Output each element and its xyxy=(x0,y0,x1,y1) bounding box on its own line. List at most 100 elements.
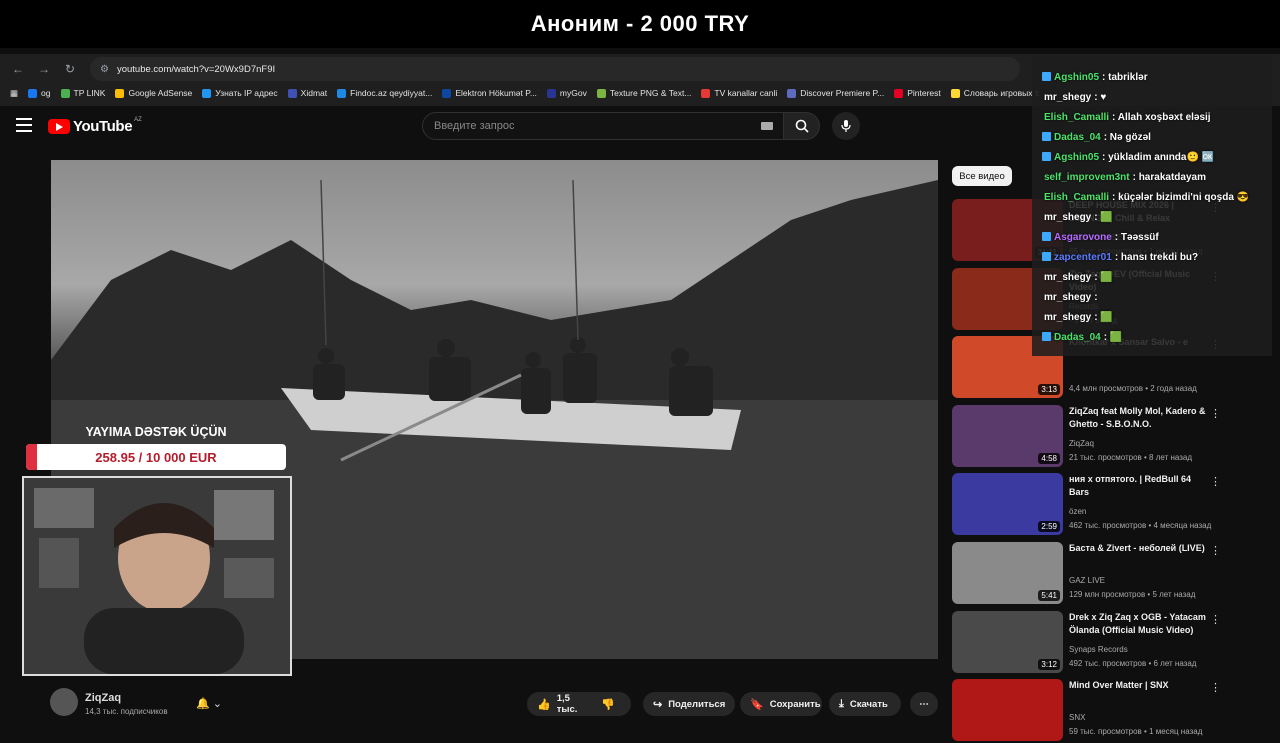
notification-bell-icon[interactable]: 🔔 ⌄ xyxy=(196,697,222,710)
video-title[interactable]: Mind Over Matter | SNX xyxy=(1069,679,1209,692)
bookmark-item[interactable]: Google AdSense xyxy=(115,88,192,98)
reload-icon[interactable]: ↻ xyxy=(62,61,78,77)
chat-text: : tabriklər xyxy=(1102,72,1148,83)
chat-badge-icon xyxy=(1042,72,1051,81)
thumbs-down-icon[interactable]: 👎 xyxy=(601,698,615,711)
video-title[interactable]: ния х отпятого. | RedBull 64 Bars xyxy=(1069,473,1209,499)
video-channel[interactable]: ZiqZaq xyxy=(1069,439,1094,448)
chat-message: mr_shegy: 🟩 xyxy=(1032,272,1113,283)
youtube-wordmark: YouTube xyxy=(73,117,133,135)
more-options-icon[interactable]: ⋮ xyxy=(1210,407,1221,420)
search-button[interactable] xyxy=(784,112,820,140)
channel-avatar[interactable] xyxy=(50,688,78,716)
search-input[interactable]: Введите запрос xyxy=(422,112,784,140)
chat-username: zapcenter01 xyxy=(1054,252,1112,263)
video-channel[interactable]: SNX xyxy=(1069,713,1085,722)
chat-username: Agshin05 xyxy=(1054,72,1100,83)
more-options-icon[interactable]: ⋮ xyxy=(1210,613,1221,626)
video-title[interactable]: Drek x Ziq Zaq x OGB - Yatacam Ölanda (O… xyxy=(1069,611,1209,637)
like-button[interactable]: 👍 1,5 тыс. 👎 xyxy=(527,692,631,716)
bookmark-favicon-icon xyxy=(546,88,556,98)
bookmark-item[interactable]: myGov xyxy=(546,88,587,98)
more-options-icon[interactable]: ⋮ xyxy=(1210,475,1221,488)
share-label: Поделиться xyxy=(668,698,726,710)
bookmark-item[interactable]: Texture PNG & Text... xyxy=(596,88,691,98)
more-actions-button[interactable]: ⋯ xyxy=(910,692,938,716)
chat-text: : harakatdayam xyxy=(1132,172,1206,183)
recommendation-item[interactable]: 5:41 Баста & Zivert - неболей (LIVE) GAZ L… xyxy=(952,542,1272,606)
share-button[interactable]: ↪ Поделиться xyxy=(643,692,735,716)
video-thumbnail[interactable]: 4:58 xyxy=(952,404,1063,467)
chat-message: Dadas_04: Nə gözəl xyxy=(1032,132,1151,143)
donation-alert-banner: Аноним - 2 000 TRY xyxy=(0,0,1280,48)
video-meta: 59 тыс. просмотров • 1 месяц назад xyxy=(1069,727,1203,737)
chat-message: Dadas_04: 🟩 xyxy=(1032,332,1122,343)
channel-name[interactable]: ZiqZaq xyxy=(85,692,121,704)
video-duration: 5:41 xyxy=(1038,590,1060,601)
video-channel[interactable]: GAZ LIVE xyxy=(1069,576,1105,585)
keyboard-icon[interactable] xyxy=(761,122,773,130)
more-options-icon[interactable]: ⋮ xyxy=(1210,681,1221,694)
video-channel[interactable]: özen xyxy=(1069,507,1086,516)
bookmark-item[interactable]: Узнать IP адрес xyxy=(202,88,278,98)
bookmark-item[interactable]: og xyxy=(28,88,51,98)
site-info-icon[interactable]: ⚙ xyxy=(100,64,109,75)
save-button[interactable]: 🔖 Сохранить xyxy=(740,692,822,716)
chat-text: : küçələr bizimdi'ni qoşda 😎 xyxy=(1112,192,1250,203)
chat-badge-icon xyxy=(1042,132,1051,141)
country-code: AZ xyxy=(134,117,142,123)
menu-icon[interactable] xyxy=(16,118,32,132)
apps-icon[interactable]: ▦ xyxy=(10,88,18,99)
chat-message: zapcenter01: hansı trekdi bu? xyxy=(1032,252,1198,263)
search-placeholder: Введите запрос xyxy=(434,120,515,132)
like-count: 1,5 тыс. xyxy=(556,693,578,715)
address-bar[interactable]: ⚙ youtube.com/watch?v=20Wx9D7nF9I xyxy=(90,57,1020,81)
bookmark-favicon-icon xyxy=(28,88,38,98)
video-channel[interactable]: Synaps Records xyxy=(1069,645,1128,654)
video-title[interactable]: ZiqZaq feat Molly Mol, Kadero & Ghetto -… xyxy=(1069,405,1209,431)
recommendation-item[interactable]: Mind Over Matter | SNX SNX 59 тыс. просмот… xyxy=(952,679,1272,743)
share-icon: ↪ xyxy=(653,698,663,711)
bookmark-favicon-icon xyxy=(787,88,797,98)
video-duration: 4:58 xyxy=(1038,452,1060,464)
video-thumbnail[interactable]: 2:59 xyxy=(952,473,1063,536)
video-thumbnail[interactable]: 3:12 xyxy=(952,610,1063,673)
search-icon xyxy=(795,119,809,133)
chat-message: Agshin05: tabriklər xyxy=(1032,72,1148,83)
bookmark-item[interactable]: Discover Premiere P... xyxy=(787,88,884,98)
video-thumbnail[interactable] xyxy=(952,679,1063,742)
bookmark-item[interactable]: Xidmat xyxy=(287,88,327,98)
youtube-logo[interactable]: YouTube AZ xyxy=(48,117,142,135)
bookmark-label: Discover Premiere P... xyxy=(800,88,885,98)
video-title[interactable]: Баста & Zivert - неболей (LIVE) xyxy=(1069,542,1209,555)
chat-badge-icon xyxy=(1042,232,1051,241)
donation-progress-text: 258.95 / 10 000 EUR xyxy=(95,449,217,465)
forward-icon[interactable]: → xyxy=(36,61,52,77)
chat-text: : 🟩 xyxy=(1094,212,1113,223)
video-meta: 129 млн просмотров • 5 лет назад xyxy=(1069,590,1196,599)
download-button[interactable]: ⤓ Скачать xyxy=(829,692,901,716)
bookmark-item[interactable]: Elektron Hökumət P... xyxy=(442,88,537,98)
chat-message: mr_shegy: xyxy=(1032,292,1098,303)
chip-all-videos[interactable]: Все видео xyxy=(952,166,1012,186)
video-thumbnail[interactable]: 5:41 xyxy=(952,542,1063,604)
chat-text: : 🟩 xyxy=(1094,272,1113,283)
recommendation-item[interactable]: 3:12 Drek x Ziq Zaq x OGB - Yatacam Öland… xyxy=(952,610,1272,675)
bookmark-item[interactable]: TP LINK xyxy=(60,88,105,98)
chat-badge-icon xyxy=(1042,332,1051,341)
chat-username: mr_shegy xyxy=(1044,92,1092,103)
bookmark-item[interactable]: Findoc.az qeydiyyat... xyxy=(337,88,432,98)
bookmark-label: og xyxy=(41,88,51,98)
bookmark-item[interactable]: Словарь игровых т... xyxy=(950,88,1040,98)
back-icon[interactable]: ← xyxy=(10,61,26,77)
chat-username: self_improvem3nt xyxy=(1044,172,1130,183)
bookmark-item[interactable]: TV kanallar canli xyxy=(701,88,777,98)
recommendation-item[interactable]: 2:59 ния х отпятого. | RedBull 64 Bars öze… xyxy=(952,473,1272,537)
bookmark-favicon-icon xyxy=(287,88,297,98)
bookmark-favicon-icon xyxy=(115,88,125,98)
more-options-icon[interactable]: ⋮ xyxy=(1210,544,1221,557)
bookmark-item[interactable]: Pinterest xyxy=(894,88,941,98)
recommendation-item[interactable]: 4:58 ZiqZaq feat Molly Mol, Kadero & Ghet… xyxy=(952,404,1272,469)
channel-subscribers: 14,3 тыс. подписчиков xyxy=(85,707,168,716)
voice-search-button[interactable] xyxy=(832,112,860,140)
